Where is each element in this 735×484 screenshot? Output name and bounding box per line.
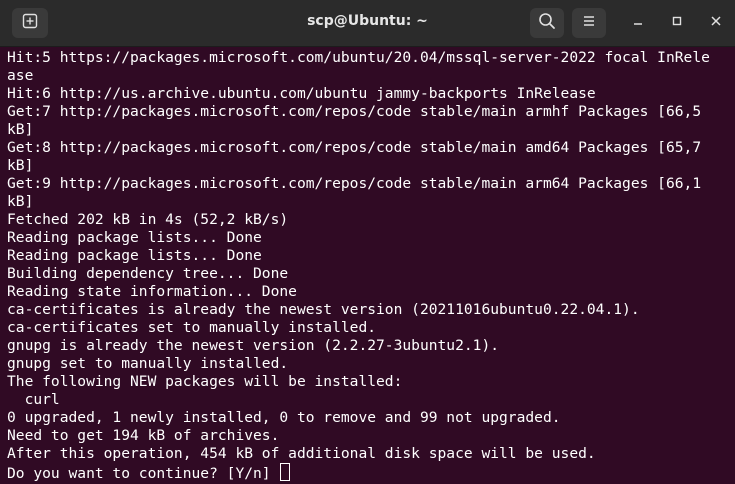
terminal-line: curl [7,391,60,408]
terminal-line: Get:9 http://packages.microsoft.com/repo… [7,175,702,192]
terminal-line: Hit:5 https://packages.microsoft.com/ubu… [7,49,710,66]
terminal-line: kB] [7,121,34,138]
continue-prompt: Do you want to continue? [Y/n] [7,465,280,482]
minimize-button[interactable] [626,11,650,35]
terminal-line: Reading state information... Done [7,283,297,300]
title-bar: scp@Ubuntu: ~ [0,0,735,47]
terminal-window: scp@Ubuntu: ~ Hit:5 https://packages.mic… [0,0,735,484]
search-icon [538,12,556,35]
terminal-line: Get:7 http://packages.microsoft.com/repo… [7,103,702,120]
terminal-line: ca-certificates is already the newest ve… [7,301,640,318]
new-tab-button[interactable] [12,8,48,38]
minimize-icon [632,14,644,32]
terminal-line: Reading package lists... Done [7,229,262,246]
terminal-line: kB] [7,193,34,210]
terminal-line: Need to get 194 kB of archives. [7,427,280,444]
terminal-line: After this operation, 454 kB of addition… [7,445,596,462]
text-cursor [280,463,291,481]
terminal-line: gnupg set to manually installed. [7,355,289,372]
terminal-line: 0 upgraded, 1 newly installed, 0 to remo… [7,409,561,426]
terminal-line: Hit:6 http://us.archive.ubuntu.com/ubunt… [7,85,596,102]
terminal-line: Fetched 202 kB in 4s (52,2 kB/s) [7,211,289,228]
new-tab-icon [22,13,38,34]
maximize-button[interactable] [665,11,689,35]
close-icon [710,14,722,32]
prompt-line: Do you want to continue? [Y/n] [7,463,735,482]
terminal-line: Get:8 http://packages.microsoft.com/repo… [7,139,702,156]
window-title: scp@Ubuntu: ~ [307,13,428,29]
terminal-output[interactable]: Hit:5 https://packages.microsoft.com/ubu… [0,47,735,484]
close-button[interactable] [704,11,728,35]
terminal-line: gnupg is already the newest version (2.2… [7,337,500,354]
menu-button[interactable] [572,8,606,38]
terminal-lines: Hit:5 https://packages.microsoft.com/ubu… [0,47,735,482]
hamburger-menu-icon [582,14,596,33]
terminal-line: ca-certificates set to manually installe… [7,319,377,336]
terminal-line: Building dependency tree... Done [7,265,289,282]
terminal-line: Reading package lists... Done [7,247,262,264]
terminal-line: kB] [7,157,34,174]
terminal-line: ase [7,67,34,84]
maximize-icon [671,14,683,32]
search-button[interactable] [530,8,564,38]
terminal-line: The following NEW packages will be insta… [7,373,403,390]
